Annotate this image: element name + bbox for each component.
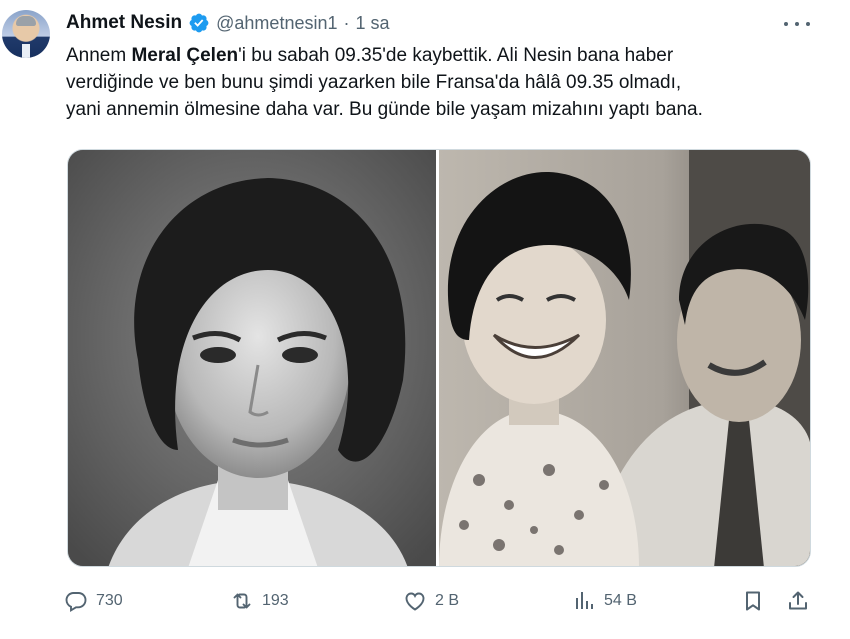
avatar-hair: [16, 16, 36, 26]
header-separator: ·: [343, 12, 350, 33]
more-dot: [795, 22, 799, 26]
more-options-icon[interactable]: [784, 14, 810, 34]
verified-badge-icon[interactable]: [188, 12, 210, 34]
photo-couple-smiling[interactable]: [439, 150, 810, 566]
author-name[interactable]: Ahmet Nesin: [66, 12, 182, 34]
repost-button[interactable]: 193: [230, 584, 289, 618]
tweet-timestamp[interactable]: 1 sa: [355, 13, 389, 34]
views-button[interactable]: 54 B: [572, 584, 637, 618]
share-button[interactable]: [786, 584, 810, 618]
heart-icon: [405, 592, 425, 611]
views-chart-icon: [576, 592, 593, 609]
tweet-text-line-1: Annem Meral Çelen'i bu sabah 09.35'de ka…: [66, 42, 826, 69]
photo-portrait-woman[interactable]: [68, 150, 436, 566]
reply-count: 730: [96, 592, 123, 609]
reply-button[interactable]: 730: [64, 584, 123, 618]
more-dot: [806, 22, 810, 26]
bookmark-icon: [746, 591, 760, 611]
repost-icon: [233, 593, 251, 609]
action-bar: 730 193 2 B 54 B: [64, 584, 814, 618]
avatar-collar: [22, 44, 30, 58]
mentioned-name: Meral Çelen: [131, 45, 239, 66]
like-button[interactable]: 2 B: [403, 584, 459, 618]
text-segment: 'i bu sabah 09.35'de kaybettik. Ali Nesi…: [238, 45, 674, 66]
share-icon: [789, 591, 807, 610]
author-handle[interactable]: @ahmetnesin1: [216, 13, 337, 34]
tweet-media[interactable]: [67, 149, 811, 567]
view-count: 54 B: [604, 592, 637, 609]
like-count: 2 B: [435, 592, 460, 609]
text-segment: Annem: [66, 45, 132, 66]
tweet-text: Annem Meral Çelen'i bu sabah 09.35'de ka…: [66, 42, 826, 123]
more-dot: [784, 22, 788, 26]
avatar[interactable]: [2, 10, 50, 58]
bookmark-button[interactable]: [741, 584, 765, 618]
tweet-header: Ahmet Nesin @ahmetnesin1 · 1 sa: [66, 10, 390, 36]
tweet-text-line-3: yani annemin ölmesine daha var. Bu günde…: [66, 99, 703, 120]
reply-icon: [65, 592, 87, 612]
tweet-text-line-2: verdiğinde ve ben bunu şimdi yazarken bi…: [66, 72, 682, 93]
repost-count: 193: [262, 592, 289, 609]
tweet: Ahmet Nesin @ahmetnesin1 · 1 sa Annem Me…: [0, 0, 850, 639]
